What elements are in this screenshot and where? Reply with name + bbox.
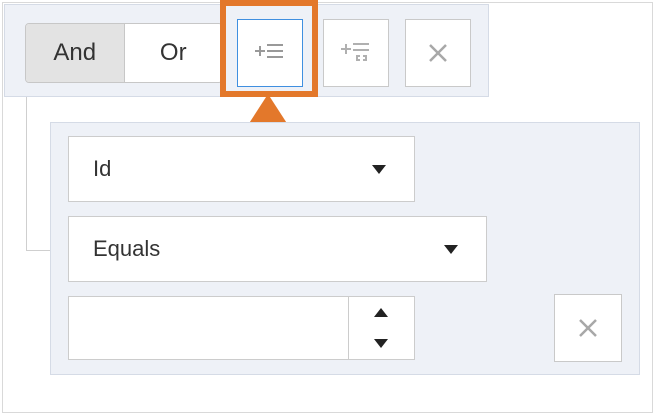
chevron-down-icon — [372, 164, 386, 174]
tree-connector — [26, 97, 27, 251]
highlight-box — [220, 0, 318, 97]
close-icon — [429, 44, 447, 62]
remove-condition-button[interactable] — [554, 294, 622, 362]
value-number-editor — [68, 296, 415, 360]
or-button[interactable]: Or — [125, 24, 223, 82]
decrement-button[interactable] — [349, 328, 413, 359]
spinner — [348, 297, 414, 359]
add-group-icon — [341, 43, 369, 61]
chevron-down-icon — [444, 244, 458, 254]
add-group-button[interactable] — [323, 19, 389, 87]
logic-toggle: And Or — [25, 23, 223, 83]
field-select[interactable]: Id — [68, 136, 415, 202]
operator-select-value: Equals — [93, 236, 161, 261]
increment-button[interactable] — [349, 297, 413, 328]
close-icon — [579, 319, 597, 337]
and-button[interactable]: And — [26, 24, 125, 82]
value-input[interactable] — [69, 297, 349, 359]
operator-select[interactable]: Equals — [68, 216, 487, 282]
arrow-down-icon — [374, 339, 388, 348]
field-select-value: Id — [93, 156, 112, 181]
tree-connector-branch — [26, 250, 50, 251]
arrow-up-icon — [374, 308, 388, 317]
remove-group-button[interactable] — [405, 19, 471, 87]
